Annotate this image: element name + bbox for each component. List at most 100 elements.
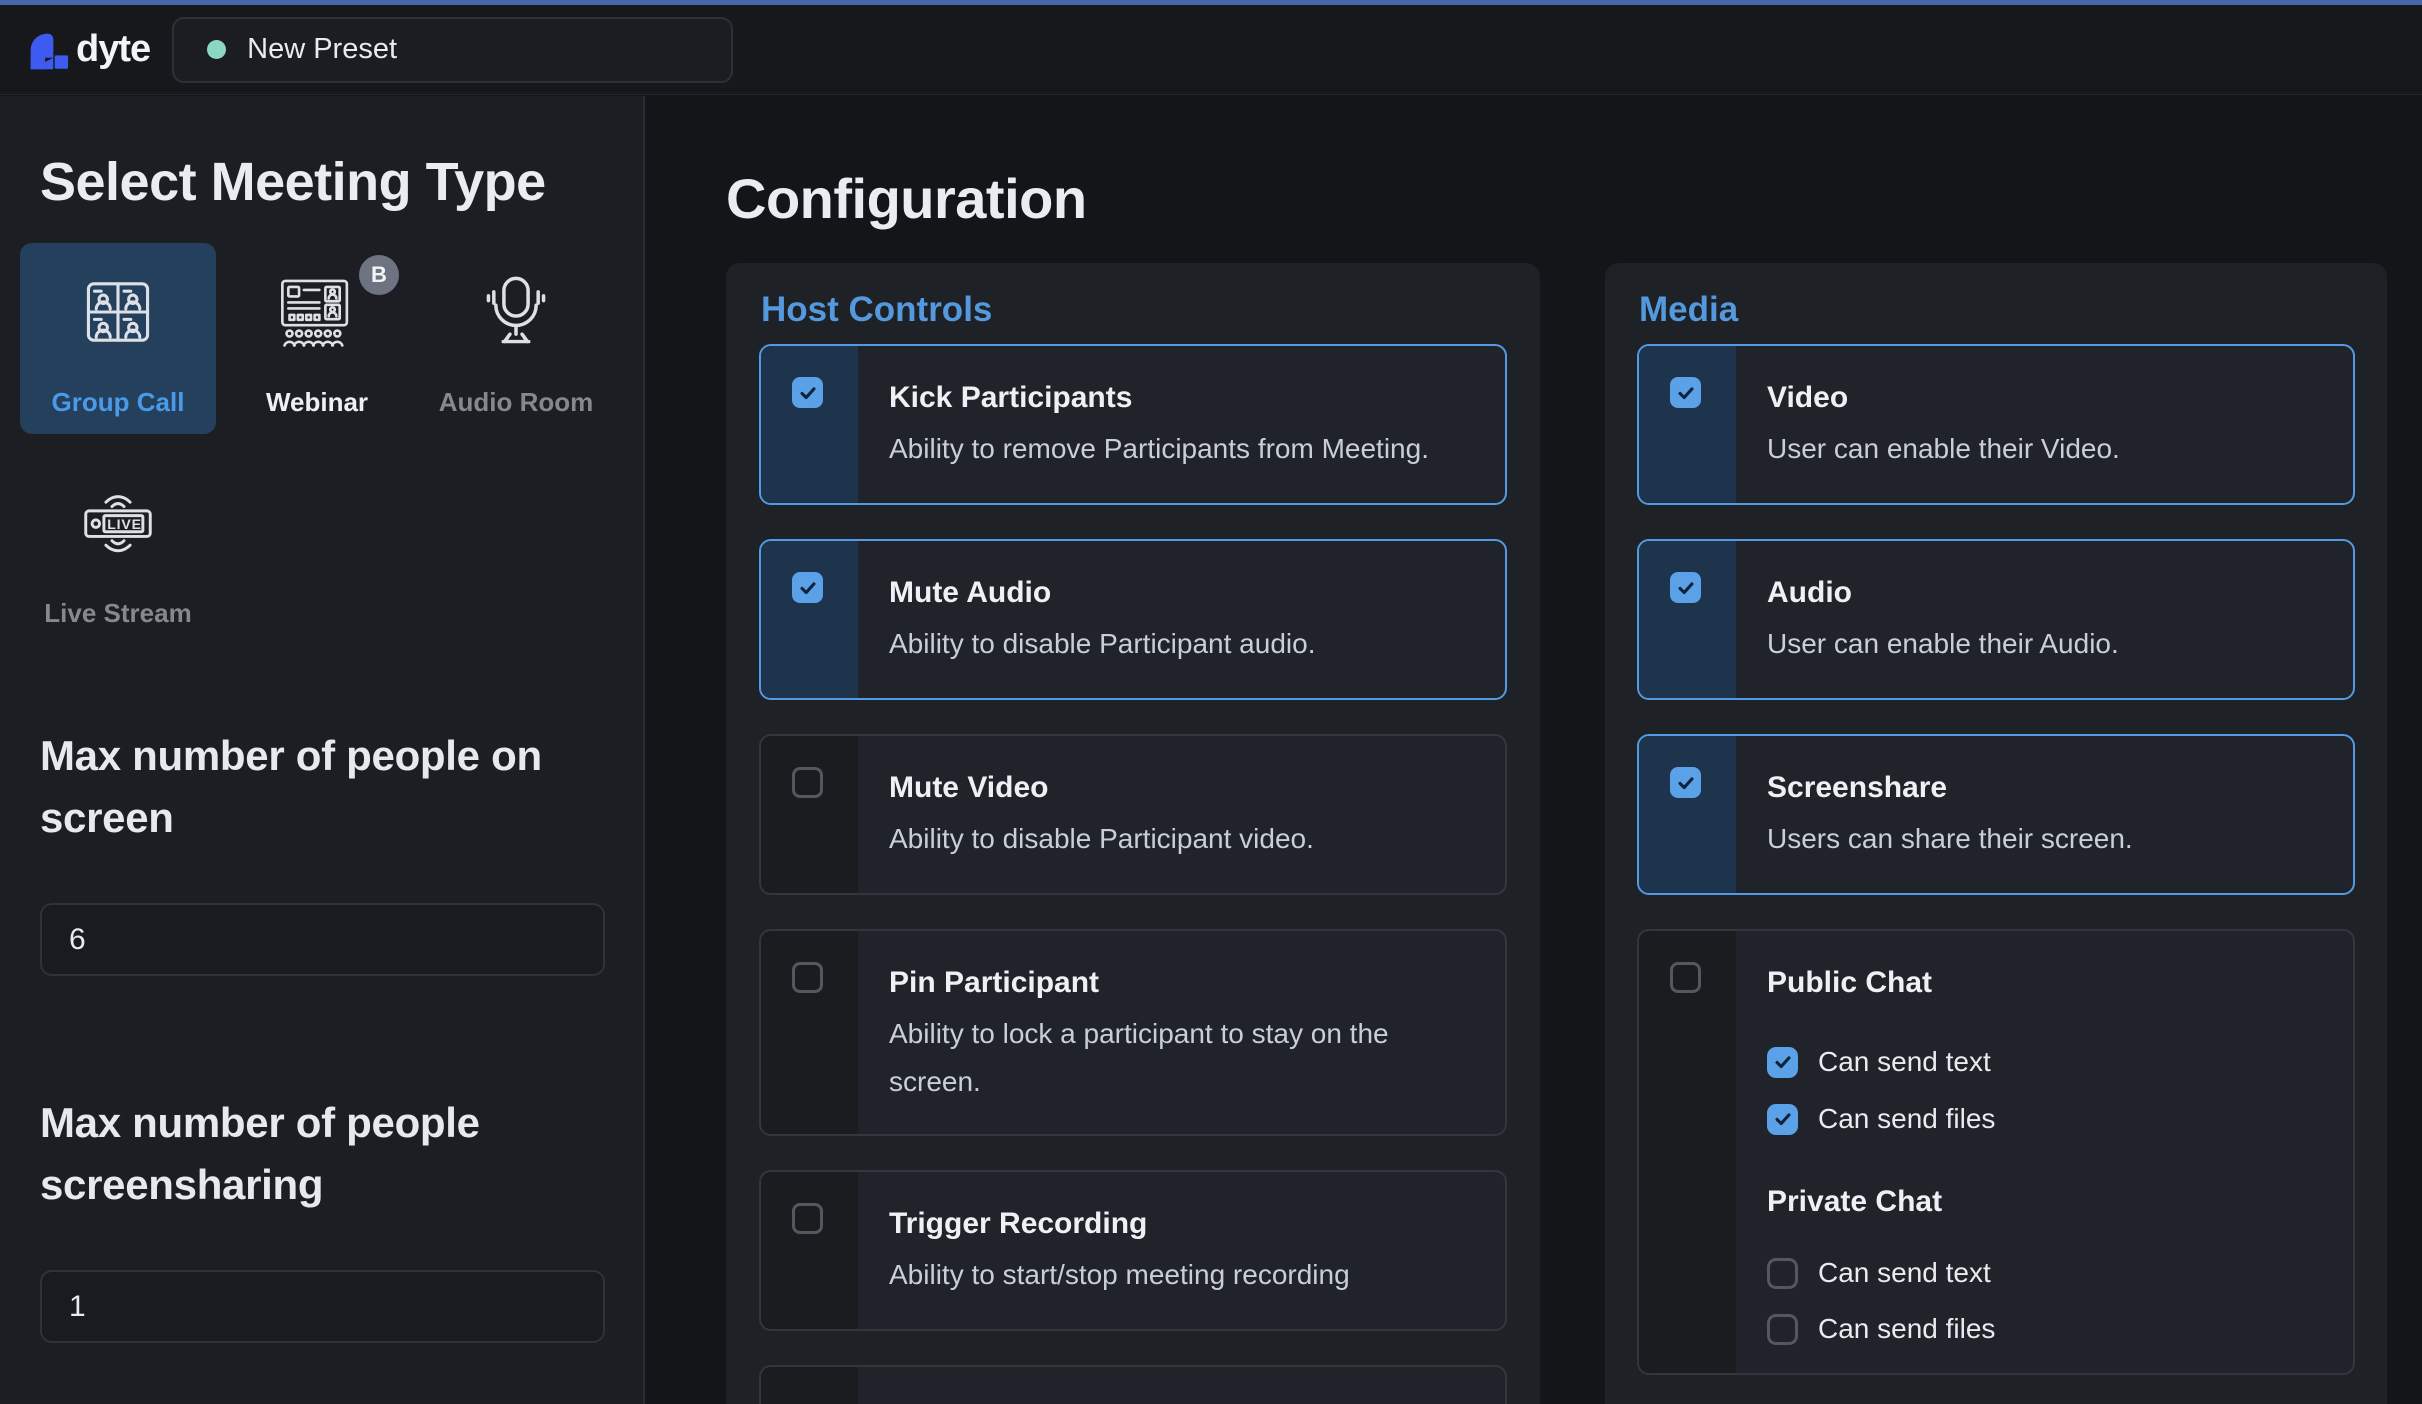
option-label: Can send text [1818, 1257, 1991, 1289]
card-description: Users can share their screen. [1767, 815, 2323, 863]
card-strip [1639, 346, 1736, 503]
card-description: Ability to lock a participant to stay on… [889, 1010, 1475, 1106]
card-description: Ability to start/stop meeting recording [889, 1251, 1475, 1299]
check-icon [1675, 382, 1697, 404]
card-title: Pin Participant [889, 964, 1475, 1002]
private-chat-can-send-files-row[interactable]: Can send files [1767, 1313, 2323, 1345]
max-people-on-screen-input[interactable] [40, 903, 605, 976]
card-title: Public Chat [1767, 964, 2323, 1002]
card-strip [1639, 541, 1736, 698]
main-content: Configuration Host Controls Kick Partici… [647, 96, 2422, 1404]
setting-card-video[interactable]: Video User can enable their Video. [1637, 344, 2355, 505]
card-title: Video [1767, 379, 2323, 417]
host-controls-title: Host Controls [761, 289, 1507, 331]
check-icon [1772, 1051, 1794, 1073]
max-people-screensharing-input[interactable] [40, 1270, 605, 1343]
meeting-type-audio-room[interactable]: Audio Room [418, 243, 614, 434]
check-icon [1772, 1108, 1794, 1130]
preset-name-box[interactable]: New Preset [172, 17, 733, 83]
card-title: Mute Video [889, 769, 1475, 807]
card-description: User can enable their Audio. [1767, 620, 2323, 668]
public-chat-can-send-text-row[interactable]: Can send text [1767, 1046, 2323, 1078]
setting-card-trigger-recording[interactable]: Trigger Recording Ability to start/stop … [759, 1170, 1507, 1331]
mute-video-checkbox[interactable] [792, 767, 823, 798]
card-title: Screenshare [1767, 769, 2323, 807]
card-strip [761, 931, 858, 1134]
check-icon [797, 382, 819, 404]
option-label: Can send text [1818, 1046, 1991, 1078]
check-icon [797, 577, 819, 599]
max-people-screensharing-label: Max number of people screensharing [40, 1092, 575, 1216]
setting-card-mute-audio[interactable]: Mute Audio Ability to disable Participan… [759, 539, 1507, 700]
meeting-type-label: Webinar [266, 387, 368, 418]
group-call-icon [75, 269, 161, 355]
app-screen: dyte New Preset Select Meeting Type [0, 0, 2422, 1404]
private-chat-can-send-text-row[interactable]: Can send text [1767, 1257, 2323, 1289]
setting-card-public-chat[interactable]: Public Chat Can send text Can send files [1637, 929, 2355, 1375]
meeting-type-group-call[interactable]: Group Call [20, 243, 216, 434]
card-strip [761, 736, 858, 893]
setting-card-mute-video[interactable]: Mute Video Ability to disable Participan… [759, 734, 1507, 895]
meeting-type-label: Group Call [52, 387, 185, 418]
card-strip [761, 346, 858, 503]
beta-badge: B [359, 255, 399, 295]
public-chat-checkbox[interactable] [1670, 962, 1701, 993]
media-title: Media [1639, 289, 2355, 331]
card-strip [761, 541, 858, 698]
private-chat-can-send-files-checkbox[interactable] [1767, 1314, 1798, 1345]
public-chat-can-send-files-row[interactable]: Can send files [1767, 1103, 2323, 1135]
live-icon-text: LIVE [107, 516, 142, 532]
card-strip [761, 1367, 858, 1404]
card-strip [1639, 931, 1736, 1373]
meeting-type-live-stream[interactable]: LIVE Live Stream [20, 454, 216, 645]
brand-name: dyte [76, 28, 150, 71]
meeting-type-label: Audio Room [439, 387, 594, 418]
top-bar: dyte New Preset [0, 5, 2422, 95]
public-chat-can-send-files-checkbox[interactable] [1767, 1104, 1798, 1135]
check-icon [1675, 577, 1697, 599]
card-strip [1639, 736, 1736, 893]
host-controls-panel: Host Controls Kick Participants Ability … [726, 263, 1540, 1404]
private-chat-can-send-text-checkbox[interactable] [1767, 1258, 1798, 1289]
card-description: Ability to disable Participant audio. [889, 620, 1475, 668]
page-title: Configuration [726, 166, 1087, 231]
card-title: Kick Participants [889, 379, 1475, 417]
card-title: Audio [1767, 574, 2323, 612]
meeting-type-tiles: Group Call B [20, 243, 620, 645]
brand: dyte [24, 28, 150, 72]
video-checkbox[interactable] [1670, 377, 1701, 408]
meeting-type-webinar[interactable]: B [219, 243, 415, 434]
setting-card-partial[interactable] [759, 1365, 1507, 1404]
private-chat-heading: Private Chat [1767, 1184, 2323, 1220]
check-icon [1675, 772, 1697, 794]
sidebar-title: Select Meeting Type [40, 152, 643, 212]
card-strip [761, 1172, 858, 1329]
trigger-recording-checkbox[interactable] [792, 1203, 823, 1234]
media-panel: Media Video User can enable their Video. [1605, 263, 2387, 1404]
max-people-on-screen-label: Max number of people on screen [40, 725, 575, 849]
card-description: Ability to disable Participant video. [889, 815, 1475, 863]
card-description: Ability to remove Participants from Meet… [889, 425, 1475, 473]
sidebar: Select Meeting Type Group Call [0, 96, 645, 1404]
card-title: Mute Audio [889, 574, 1475, 612]
meeting-type-label: Live Stream [44, 598, 191, 629]
dyte-logo-icon [24, 28, 70, 72]
card-description: User can enable their Video. [1767, 425, 2323, 473]
kick-participants-checkbox[interactable] [792, 377, 823, 408]
option-label: Can send files [1818, 1103, 1995, 1135]
preset-status-dot-icon [207, 40, 226, 59]
setting-card-screenshare[interactable]: Screenshare Users can share their screen… [1637, 734, 2355, 895]
audio-checkbox[interactable] [1670, 572, 1701, 603]
setting-card-pin-participant[interactable]: Pin Participant Ability to lock a partic… [759, 929, 1507, 1136]
option-label: Can send files [1818, 1313, 1995, 1345]
preset-name: New Preset [247, 33, 397, 66]
card-title: Trigger Recording [889, 1205, 1475, 1243]
pin-participant-checkbox[interactable] [792, 962, 823, 993]
live-stream-icon: LIVE [75, 480, 161, 566]
setting-card-kick-participants[interactable]: Kick Participants Ability to remove Part… [759, 344, 1507, 505]
mute-audio-checkbox[interactable] [792, 572, 823, 603]
setting-card-audio[interactable]: Audio User can enable their Audio. [1637, 539, 2355, 700]
screenshare-checkbox[interactable] [1670, 767, 1701, 798]
public-chat-can-send-text-checkbox[interactable] [1767, 1047, 1798, 1078]
audio-room-icon [473, 269, 559, 355]
